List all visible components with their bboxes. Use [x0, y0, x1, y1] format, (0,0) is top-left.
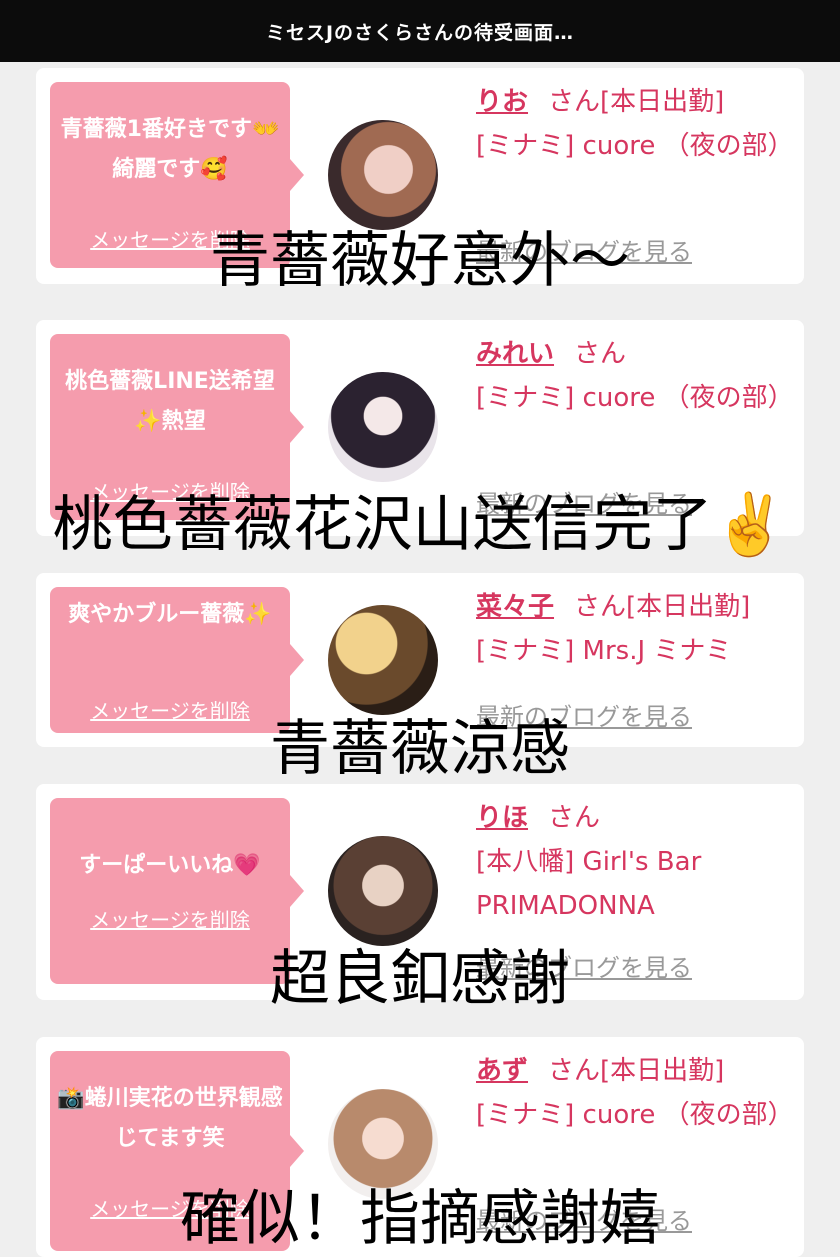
profile-name-link[interactable]: りお — [476, 87, 528, 117]
name-suffix: さん[本日出勤] — [548, 87, 725, 117]
top-bar: ミセスJのさくらさんの待受画面… — [0, 0, 840, 62]
shop-label: [ミナミ] cuore （夜の部） — [476, 383, 794, 413]
message-text: 桃色薔薇LINE送希望✨熱望 — [65, 369, 275, 434]
profile-info: りお さん[本日出勤] [ミナミ] cuore （夜の部） — [476, 80, 794, 168]
profile-info: あず さん[本日出勤] [ミナミ] cuore （夜の部） — [476, 1049, 794, 1137]
delete-message-link[interactable]: メッセージを削除 — [50, 904, 290, 933]
page-title: ミセスJのさくらさんの待受画面… — [265, 21, 575, 44]
overlay-caption: 確似！指摘感謝嬉 — [180, 1184, 660, 1254]
shop-label: [ミナミ] cuore （夜の部） — [476, 1100, 794, 1130]
profile-name-link[interactable]: りほ — [476, 803, 528, 833]
shop-label: [本八幡] Girl's Bar PRIMADONNA — [476, 847, 702, 921]
message-text: すーぱーいいね💗 — [79, 853, 261, 878]
profile-name-link[interactable]: 菜々子 — [476, 592, 554, 622]
avatar[interactable] — [328, 605, 438, 715]
message-text: 青薔薇1番好きです👐綺麗です🥰 — [60, 117, 280, 182]
overlay-caption: 桃色薔薇花沢山送信完了✌️ — [52, 490, 788, 560]
profile-info: 菜々子 さん[本日出勤] [ミナミ] Mrs.J ミナミ — [476, 585, 784, 673]
shop-label: [ミナミ] Mrs.J ミナミ — [476, 636, 732, 666]
name-suffix: さん[本日出勤] — [548, 1056, 725, 1086]
name-suffix: さん[本日出勤] — [574, 592, 751, 622]
name-suffix: さん — [548, 803, 601, 833]
name-suffix: さん — [574, 339, 627, 369]
shop-label: [ミナミ] cuore （夜の部） — [476, 131, 794, 161]
overlay-caption: 青薔薇好意外～ — [210, 226, 630, 296]
message-text: 爽やかブルー薔薇✨ — [68, 602, 272, 627]
avatar[interactable] — [328, 372, 438, 482]
message-text: 📸蜷川実花の世界観感じてます笑 — [57, 1086, 283, 1151]
profile-name-link[interactable]: みれい — [476, 339, 554, 369]
overlay-caption: 超良釦感謝 — [270, 944, 570, 1014]
profile-info: みれい さん [ミナミ] cuore （夜の部） — [476, 332, 794, 420]
profile-info: りほ さん [本八幡] Girl's Bar PRIMADONNA — [476, 796, 784, 928]
overlay-caption: 青薔薇涼感 — [270, 714, 570, 784]
profile-name-link[interactable]: あず — [476, 1056, 528, 1086]
